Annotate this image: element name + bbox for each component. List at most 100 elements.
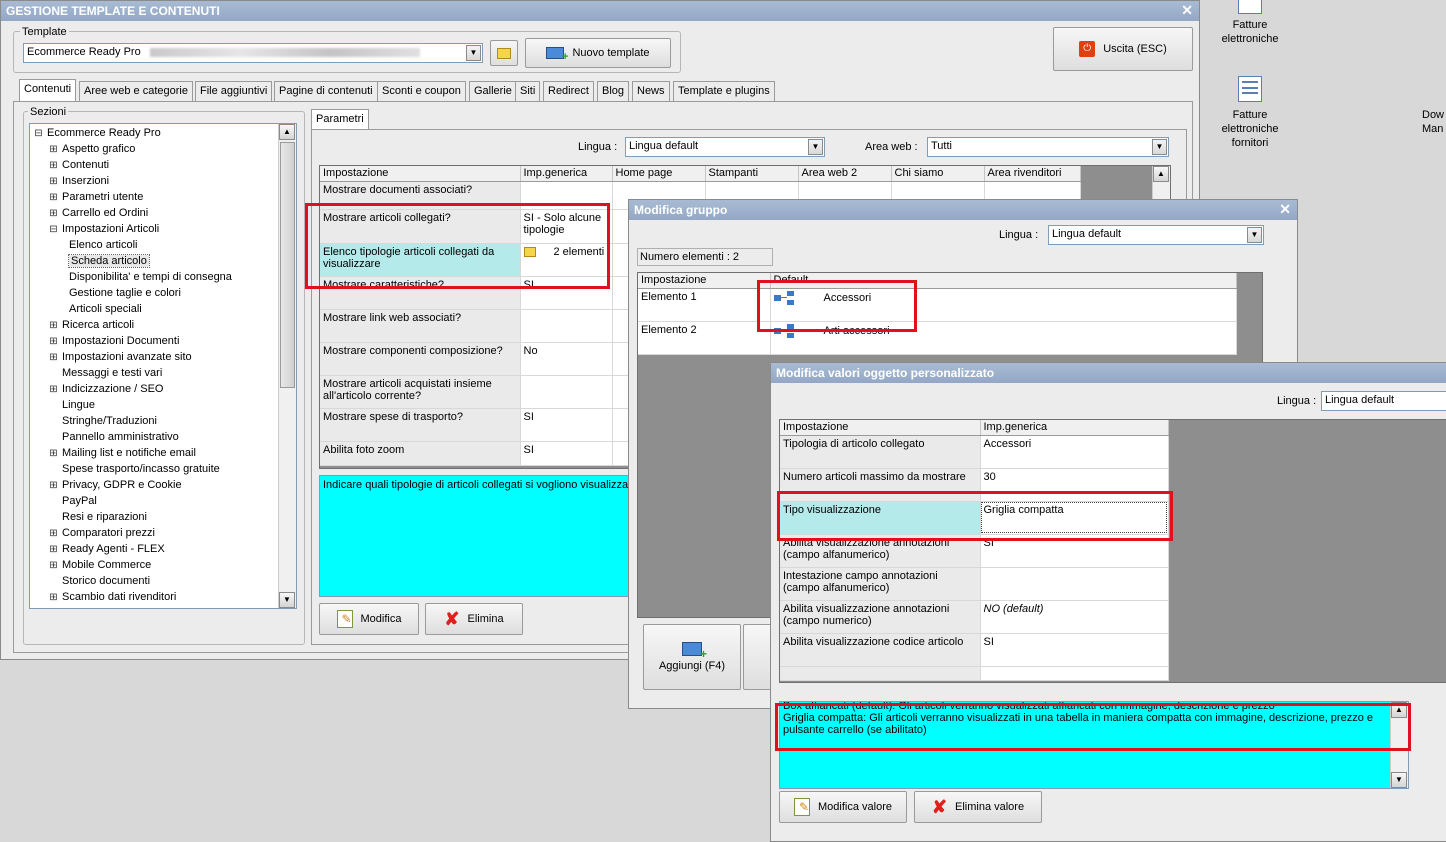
expand-icon[interactable]: ⊞	[49, 590, 58, 606]
tree-scrollbar[interactable]: ▲ ▼	[278, 124, 296, 608]
tab-template-e-plugins[interactable]: Template e plugins	[673, 81, 775, 101]
expand-icon[interactable]: ⊞	[49, 382, 58, 398]
add-button[interactable]: + Aggiungi (F4)	[643, 624, 741, 690]
value-cell[interactable]: 30	[980, 468, 1169, 502]
tree-item[interactable]: ⊞ Aspetto grafico	[49, 141, 135, 157]
desktop-icon-fatture-fornitori[interactable]: Fatture elettroniche fornitori	[1212, 72, 1288, 152]
tree-item[interactable]: Gestione taglie e colori	[64, 285, 181, 301]
desktop-icon-fatture[interactable]: Fatture elettroniche	[1212, 0, 1288, 50]
expand-icon[interactable]: ⊞	[49, 542, 58, 558]
lingua-select[interactable]: Lingua default ▼	[625, 137, 825, 157]
setting-value-cell[interactable]: SI - Solo alcune tipologie	[520, 209, 613, 244]
template-select[interactable]: Ecommerce Ready Pro ▼	[23, 43, 483, 63]
tree-item[interactable]: Elenco articoli	[64, 237, 137, 253]
delete-value-button[interactable]: ✘ Elimina valore	[914, 791, 1042, 823]
tree-item[interactable]: ⊞ Impostazioni avanzate sito	[49, 349, 191, 366]
description-scrollbar[interactable]: ▲ ▼	[1390, 702, 1408, 788]
chevron-down-icon[interactable]: ▼	[1152, 139, 1167, 155]
table-row[interactable]: Abilita visualizzazione annotazioni (cam…	[780, 534, 1169, 568]
grid-header[interactable]: Stampanti	[705, 166, 799, 182]
tree-item[interactable]: ⊞ Impostazioni Documenti	[49, 333, 179, 349]
setting-value-cell[interactable]: SI	[520, 408, 613, 442]
scroll-down-arrow[interactable]: ▼	[1391, 772, 1407, 788]
open-folder-button[interactable]	[490, 40, 518, 66]
tree-item[interactable]: Spese trasporto/incasso gratuite	[49, 461, 220, 477]
tree-item[interactable]: ⊞ Scambio dati rivenditori	[49, 589, 176, 605]
setting-value-cell[interactable]	[520, 309, 613, 343]
delete-button[interactable]: ✘ Elimina	[425, 603, 523, 635]
tab-pagine-di-contenuti[interactable]: Pagine di contenuti	[274, 81, 378, 101]
tree-item[interactable]: ⊞ Contenuti	[49, 157, 109, 173]
value-cell[interactable]: Accessori	[980, 435, 1169, 469]
new-template-button[interactable]: + Nuovo template	[525, 38, 671, 68]
chevron-down-icon[interactable]: ▼	[1247, 227, 1262, 243]
tree-item[interactable]: Articoli speciali	[64, 301, 142, 317]
expand-icon[interactable]: ⊞	[49, 190, 58, 206]
tree-item[interactable]: ⊟ Ecommerce Ready Pro	[34, 125, 160, 141]
tree-item[interactable]: ⊞ Indicizzazione / SEO	[49, 381, 163, 398]
value-cell[interactable]	[980, 567, 1169, 601]
tab-gallerie[interactable]: Gallerie	[469, 81, 517, 101]
expand-icon[interactable]: ⊞	[49, 206, 58, 222]
tree-item[interactable]: Lingue	[49, 397, 95, 413]
tree-item[interactable]: ⊞ Ricerca articoli	[49, 317, 134, 333]
scroll-up-arrow[interactable]: ▲	[1391, 702, 1407, 718]
table-row[interactable]: Tipologia di articolo collegato Accessori	[780, 435, 1169, 469]
value-cell[interactable]: Griglia compatta	[980, 501, 1169, 535]
modify-value-button[interactable]: ✎ Modifica valore	[779, 791, 907, 823]
tab-news[interactable]: News	[632, 81, 670, 101]
tree-item[interactable]: ⊞ Parametri utente	[49, 189, 143, 205]
value-cell[interactable]: SI	[980, 633, 1169, 667]
scroll-up-arrow[interactable]: ▲	[279, 124, 295, 140]
table-row[interactable]: Numero articoli massimo da mostrare 30	[780, 468, 1169, 502]
expand-icon[interactable]: ⊞	[49, 526, 58, 542]
desktop-icon-download[interactable]: Dow Man	[1410, 80, 1446, 140]
setting-value-cell[interactable]: SI	[520, 276, 613, 310]
table-row[interactable]: Abilita visualizzazione annotazioni (cam…	[780, 600, 1169, 634]
expand-icon[interactable]: ⊞	[49, 142, 58, 158]
tree-item[interactable]: ⊞ Privacy, GDPR e Cookie	[49, 477, 181, 493]
tree-item[interactable]: Scheda articolo	[64, 253, 150, 269]
grid-header[interactable]: Home page	[612, 166, 706, 182]
setting-value-cell[interactable]	[520, 375, 613, 409]
collapse-icon[interactable]: ⊟	[49, 222, 58, 238]
expand-icon[interactable]: ⊞	[49, 558, 58, 574]
setting-value-cell[interactable]: SI	[520, 441, 613, 466]
modify-button[interactable]: ✎ Modifica	[319, 603, 419, 635]
tree-item[interactable]: Messaggi e testi vari	[49, 365, 162, 381]
expand-icon[interactable]: ⊞	[49, 174, 58, 190]
close-icon[interactable]: ✕	[1279, 201, 1291, 218]
scroll-down-arrow[interactable]: ▼	[279, 592, 295, 608]
tree-item[interactable]: Disponibilita' e tempi di consegna	[64, 269, 232, 285]
tree-item[interactable]: ⊞ Carrello ed Ordini	[49, 205, 148, 221]
tree-item[interactable]: ⊞ Ready Agenti - FLEX	[49, 541, 164, 558]
grid-header[interactable]: Chi siamo	[891, 166, 985, 182]
value-cell[interactable]: SI	[980, 534, 1169, 568]
grid-header[interactable]: Area web 2	[798, 166, 892, 182]
setting-value-cell[interactable]	[520, 181, 613, 210]
expand-icon[interactable]: ⊞	[49, 158, 58, 174]
grid-header[interactable]: Area rivenditori	[984, 166, 1081, 182]
tree-item[interactable]: Pannello amministrativo	[49, 429, 179, 445]
setting-value-cell[interactable]: No	[520, 342, 613, 376]
tree-item[interactable]: ⊞ Mobile Commerce	[49, 557, 151, 573]
close-icon[interactable]: ✕	[1181, 2, 1193, 19]
tab-parametri[interactable]: Parametri	[311, 109, 369, 131]
tree-item[interactable]: ⊞ Mailing list e notifiche email	[49, 445, 196, 461]
tab-blog[interactable]: Blog	[597, 81, 630, 101]
expand-icon[interactable]: ⊞	[49, 446, 58, 462]
tab-contenuti[interactable]: Contenuti	[19, 79, 77, 101]
expand-icon[interactable]: ⊞	[49, 318, 58, 334]
expand-icon[interactable]: ⊞	[49, 334, 58, 350]
tab-redirect[interactable]: Redirect	[543, 81, 594, 101]
table-row[interactable]: Tipo visualizzazione Griglia compatta	[780, 501, 1169, 535]
values-grid[interactable]: Impostazione Imp.generica Tipologia di ar…	[779, 419, 1446, 683]
tab-sconti-e-coupon[interactable]: Sconti e coupon	[377, 81, 466, 101]
expand-icon[interactable]: ⊞	[49, 350, 58, 366]
element-value-cell[interactable]: Accessori	[770, 288, 1237, 322]
grid-header[interactable]: Imp.generica	[520, 166, 613, 182]
tree-item[interactable]: Resi e riparazioni	[49, 509, 147, 525]
value-cell[interactable]: NO (default)	[980, 600, 1169, 634]
table-row[interactable]: Intestazione campo annotazioni (campo al…	[780, 567, 1169, 601]
tab-file-aggiuntivi[interactable]: File aggiuntivi	[195, 81, 273, 101]
